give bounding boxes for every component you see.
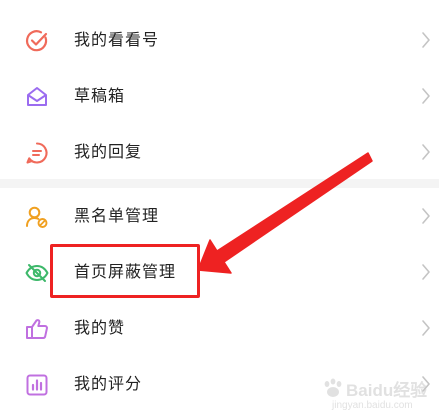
chevron-right-icon (420, 31, 432, 49)
watermark-url: jingyan.baidu.com (332, 400, 413, 411)
menu-item-my-kankan-account[interactable]: 我的看看号 (0, 12, 439, 68)
baidu-jingyan-watermark: Baidu经验 jingyan.baidu.com (318, 376, 436, 414)
menu-item-my-replies[interactable]: 我的回复 (0, 124, 439, 180)
chevron-right-icon (420, 143, 432, 161)
menu-item-drafts[interactable]: 草稿箱 (0, 68, 439, 124)
chevron-right-icon (420, 207, 432, 225)
menu-item-label: 我的赞 (74, 318, 126, 337)
bar-chart-icon (24, 372, 50, 398)
chevron-right-icon (420, 319, 432, 337)
chevron-right-icon (420, 87, 432, 105)
menu-item-homepage-block-management[interactable]: 首页屏蔽管理 (0, 244, 439, 300)
envelope-open-icon (24, 84, 50, 110)
menu-item-label: 我的看看号 (74, 30, 160, 49)
menu-item-label: 我的回复 (74, 142, 143, 161)
menu-item-label: 草稿箱 (74, 86, 126, 105)
menu-item-my-likes[interactable]: 我的赞 (0, 300, 439, 356)
chat-bubble-icon (24, 140, 50, 166)
menu-item-label: 黑名单管理 (74, 206, 160, 225)
check-circle-icon (24, 28, 50, 54)
chevron-right-icon (420, 263, 432, 281)
menu-item-blacklist-management[interactable]: 黑名单管理 (0, 188, 439, 244)
person-blocked-icon (24, 204, 50, 230)
eye-off-icon (24, 260, 50, 286)
paw-icon (324, 378, 342, 397)
watermark-brand: Baidu经验 (346, 381, 428, 400)
menu-item-label: 首页屏蔽管理 (74, 262, 177, 281)
thumbs-up-icon (24, 316, 50, 342)
menu-item-label: 我的评分 (74, 374, 143, 393)
